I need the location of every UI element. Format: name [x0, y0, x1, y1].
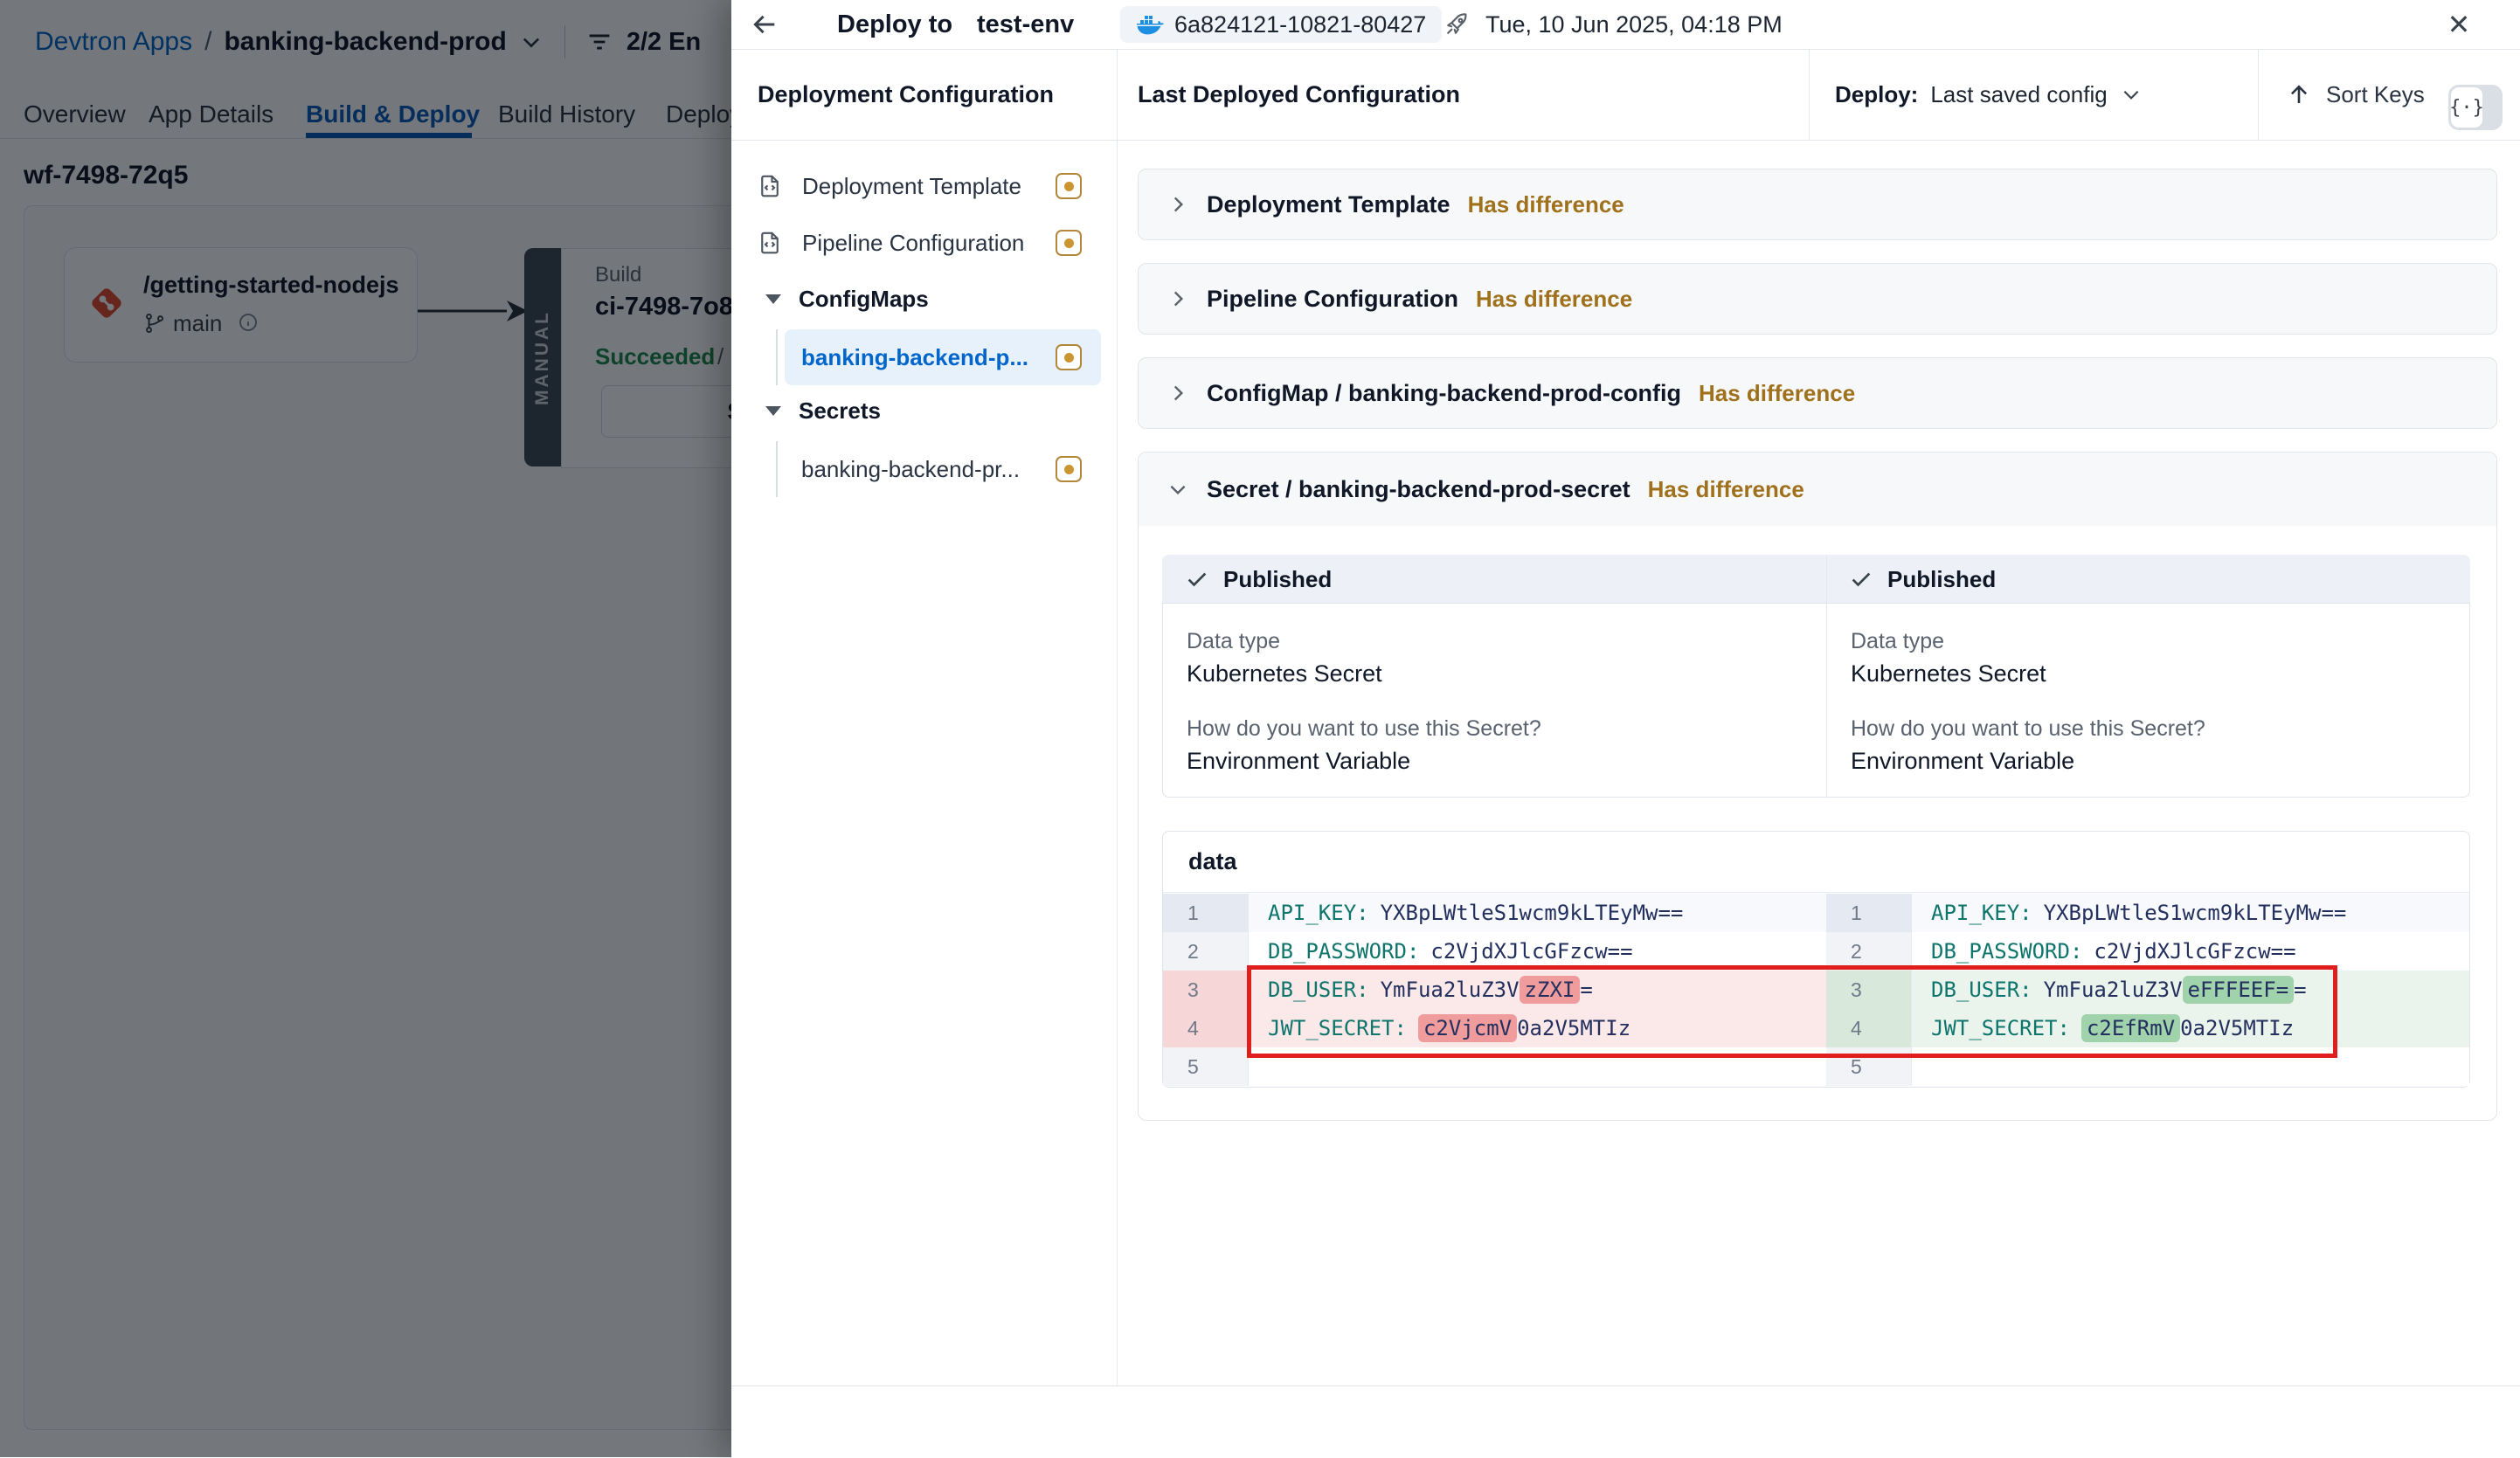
- section-secret-header[interactable]: Secret / banking-backend-prod-secret Has…: [1139, 453, 2496, 526]
- nav-item-pipeline-configuration[interactable]: Pipeline Configuration: [744, 215, 1101, 271]
- code-view-toggle[interactable]: {·}: [2448, 85, 2503, 130]
- line-number: 1: [1163, 894, 1249, 932]
- chevron-right-icon: [1167, 287, 1189, 310]
- nav-indent-guide: [776, 329, 778, 385]
- chevron-down-icon: [2120, 83, 2143, 106]
- diff-status: Has difference: [1699, 380, 1855, 407]
- published-header-strip: [1162, 555, 2470, 604]
- section-configmap[interactable]: ConfigMap / banking-backend-prod-config …: [1138, 357, 2497, 429]
- sort-cell-divider: [2258, 49, 2259, 140]
- modal-footer-bar: [731, 1385, 2520, 1458]
- diff-highlight-annotation: [1247, 965, 2337, 1058]
- nav-group-configmaps[interactable]: ConfigMaps: [744, 271, 1101, 327]
- sort-keys-button[interactable]: Sort Keys: [2286, 49, 2425, 140]
- deploy-config-selector[interactable]: Deploy: Last saved config: [1835, 49, 2143, 140]
- data-type-value: Kubernetes Secret: [1187, 657, 1382, 690]
- arrow-up-icon: [2286, 81, 2312, 107]
- nav-panel-divider: [1117, 49, 1118, 1385]
- usage-value: Environment Variable: [1851, 744, 2074, 777]
- close-icon[interactable]: ✕: [2440, 5, 2478, 44]
- deployed-time: Tue, 10 Jun 2025, 04:18 PM: [1485, 0, 1783, 49]
- secret-data-title: data: [1188, 831, 1237, 892]
- rocket-icon: [1443, 11, 1470, 38]
- data-type-label: Data type: [1187, 625, 1280, 657]
- section-deployment-template[interactable]: Deployment Template Has difference: [1138, 169, 2497, 240]
- nav-item-deployment-template[interactable]: Deployment Template: [744, 158, 1101, 214]
- left-column-state: Published: [1223, 555, 1332, 604]
- sort-keys-label: Sort Keys: [2326, 81, 2425, 108]
- nav-group-secrets[interactable]: Secrets: [744, 383, 1101, 439]
- chevron-right-icon: [1167, 382, 1189, 404]
- data-type-value: Kubernetes Secret: [1851, 657, 2046, 690]
- deploy-selector-value: Last saved config: [1930, 81, 2107, 108]
- image-tag-chip: 6a824121-10821-80427: [1120, 6, 1442, 43]
- caret-down-icon: [765, 406, 781, 416]
- check-icon: [1849, 567, 1873, 591]
- usage-label: How do you want to use this Secret?: [1851, 713, 2205, 744]
- compare-column-divider: [1826, 555, 1827, 798]
- line-number: 3: [1163, 971, 1249, 1009]
- caret-down-icon: [765, 294, 781, 304]
- diff-indicator-badge: [1056, 173, 1082, 199]
- image-tag: 6a824121-10821-80427: [1174, 11, 1426, 38]
- line-number: 2: [1163, 932, 1249, 971]
- nav-item-secret-banking-backend[interactable]: banking-backend-pr...: [785, 441, 1101, 497]
- line-number: 5: [1163, 1047, 1249, 1086]
- chevron-right-icon: [1167, 193, 1189, 216]
- diff-status: Has difference: [1468, 191, 1624, 218]
- diff-indicator-badge: [1056, 230, 1082, 256]
- diff-indicator-badge: [1056, 456, 1082, 482]
- data-header-divider: [1163, 892, 2469, 893]
- diff-line-right-1: 1 API_KEY:YXBpLWtleS1wcm9kLTEyMw==: [1826, 894, 2469, 932]
- chevron-down-icon: [1167, 478, 1189, 501]
- usage-value: Environment Variable: [1187, 744, 1410, 777]
- subheader-divider: [731, 140, 2520, 141]
- file-code-icon: [757, 229, 783, 257]
- modal-title: Deploy to: [837, 0, 952, 49]
- diff-status: Has difference: [1648, 476, 1804, 503]
- main-panel-title: Last Deployed Configuration: [1138, 49, 1460, 140]
- line-number: 1: [1826, 894, 1912, 932]
- right-column-state: Published: [1887, 555, 1996, 604]
- deploy-selector-label: Deploy:: [1835, 81, 1918, 108]
- nav-item-configmap-banking-backend[interactable]: banking-backend-p...: [785, 329, 1101, 385]
- nav-indent-guide: [776, 441, 778, 497]
- back-arrow-icon[interactable]: [750, 10, 779, 39]
- nav-panel-title: Deployment Configuration: [758, 49, 1054, 140]
- file-code-icon: [757, 172, 783, 200]
- usage-label: How do you want to use this Secret?: [1187, 713, 1541, 744]
- section-pipeline-configuration[interactable]: Pipeline Configuration Has difference: [1138, 263, 2497, 335]
- data-type-label: Data type: [1851, 625, 1944, 657]
- diff-indicator-badge: [1056, 344, 1082, 370]
- diff-status: Has difference: [1476, 286, 1632, 313]
- docker-icon: [1136, 12, 1164, 37]
- code-editor-icon: {·}: [2451, 87, 2482, 128]
- check-icon: [1185, 567, 1209, 591]
- line-number: 4: [1163, 1009, 1249, 1047]
- target-environment: test-env: [977, 0, 1074, 49]
- diff-line-left-1: 1 API_KEY:YXBpLWtleS1wcm9kLTEyMw==: [1163, 894, 1826, 932]
- deploy-cell-divider: [1809, 49, 1810, 140]
